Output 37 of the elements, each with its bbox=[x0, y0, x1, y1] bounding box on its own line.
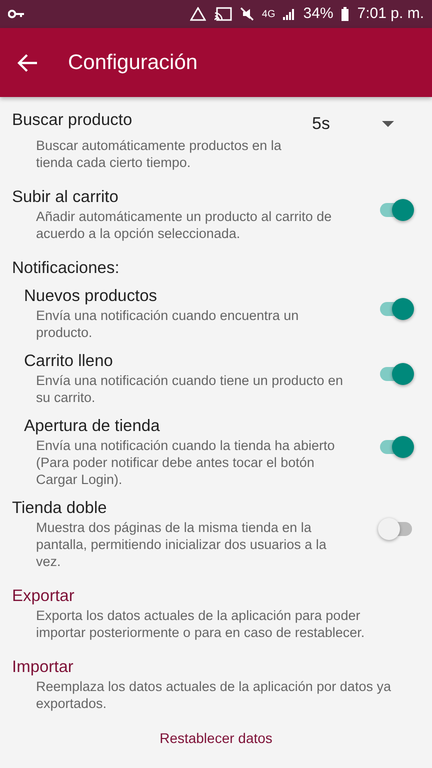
setting-description: Envía una notificación cuando encuentra un producto. bbox=[35, 306, 300, 340]
toggle-switch[interactable] bbox=[378, 435, 414, 459]
section-heading: Notificaciones: bbox=[12, 258, 120, 278]
status-time: 7:01 p. m. bbox=[357, 4, 424, 24]
toggle-switch[interactable] bbox=[378, 517, 414, 541]
dropdown-arrow-icon bbox=[382, 120, 394, 127]
setting-description: Añadir automáticamente un producto al carrito de acuerdo a la opción seleccionada. bbox=[35, 208, 333, 242]
reset-button[interactable]: Restablecer datos bbox=[154, 726, 278, 750]
toggle-switch[interactable] bbox=[378, 362, 414, 386]
setting-description: Buscar automáticamente productos en la tienda cada cierto tiempo. bbox=[35, 136, 282, 170]
warning-icon bbox=[190, 7, 206, 21]
screen-title: Configuración bbox=[68, 50, 198, 76]
mute-icon bbox=[240, 7, 254, 21]
setting-description: Envía una notificación cuando la tienda ha abierto (Para poder notificar debe antes tocar el botón Cargar Login). bbox=[35, 436, 336, 488]
setting-title: Tienda doble bbox=[12, 498, 108, 518]
back-arrow-icon bbox=[16, 52, 38, 72]
setting-description: Exporta los datos actuales de la aplicación para poder importar posteriormente o para en caso de restablecer. bbox=[35, 606, 366, 640]
dropdown-field[interactable]: 5s bbox=[312, 111, 394, 136]
cast-icon bbox=[214, 7, 232, 21]
toggle-switch[interactable] bbox=[378, 198, 414, 222]
setting-title: Apertura de tienda bbox=[24, 416, 161, 436]
back-button[interactable] bbox=[16, 52, 38, 72]
setting-title: Subir al carrito bbox=[12, 186, 120, 208]
setting-description: Reemplaza los datos actuales de la aplicación por datos ya exportados. bbox=[35, 678, 392, 712]
toggle-switch[interactable] bbox=[378, 296, 414, 320]
setting-title: Nuevos productos bbox=[24, 286, 158, 306]
key-icon bbox=[8, 9, 24, 19]
setting-title: Buscar producto bbox=[12, 110, 134, 131]
setting-title[interactable]: Exportar bbox=[12, 584, 416, 606]
battery-percentage: 34% bbox=[303, 4, 334, 24]
setting-description: Muestra dos páginas de la misma tienda en la pantalla, permitiendo inicializar dos usuarios a la vez. bbox=[35, 518, 328, 570]
battery-icon bbox=[341, 7, 350, 21]
network-type-label: 4G bbox=[262, 8, 276, 22]
signal-icon bbox=[283, 8, 296, 20]
setting-description: Envía una notificación cuando tiene un producto en su carrito. bbox=[35, 372, 344, 406]
setting-title: Carrito lleno bbox=[24, 350, 114, 372]
setting-title[interactable]: Importar bbox=[12, 656, 416, 678]
